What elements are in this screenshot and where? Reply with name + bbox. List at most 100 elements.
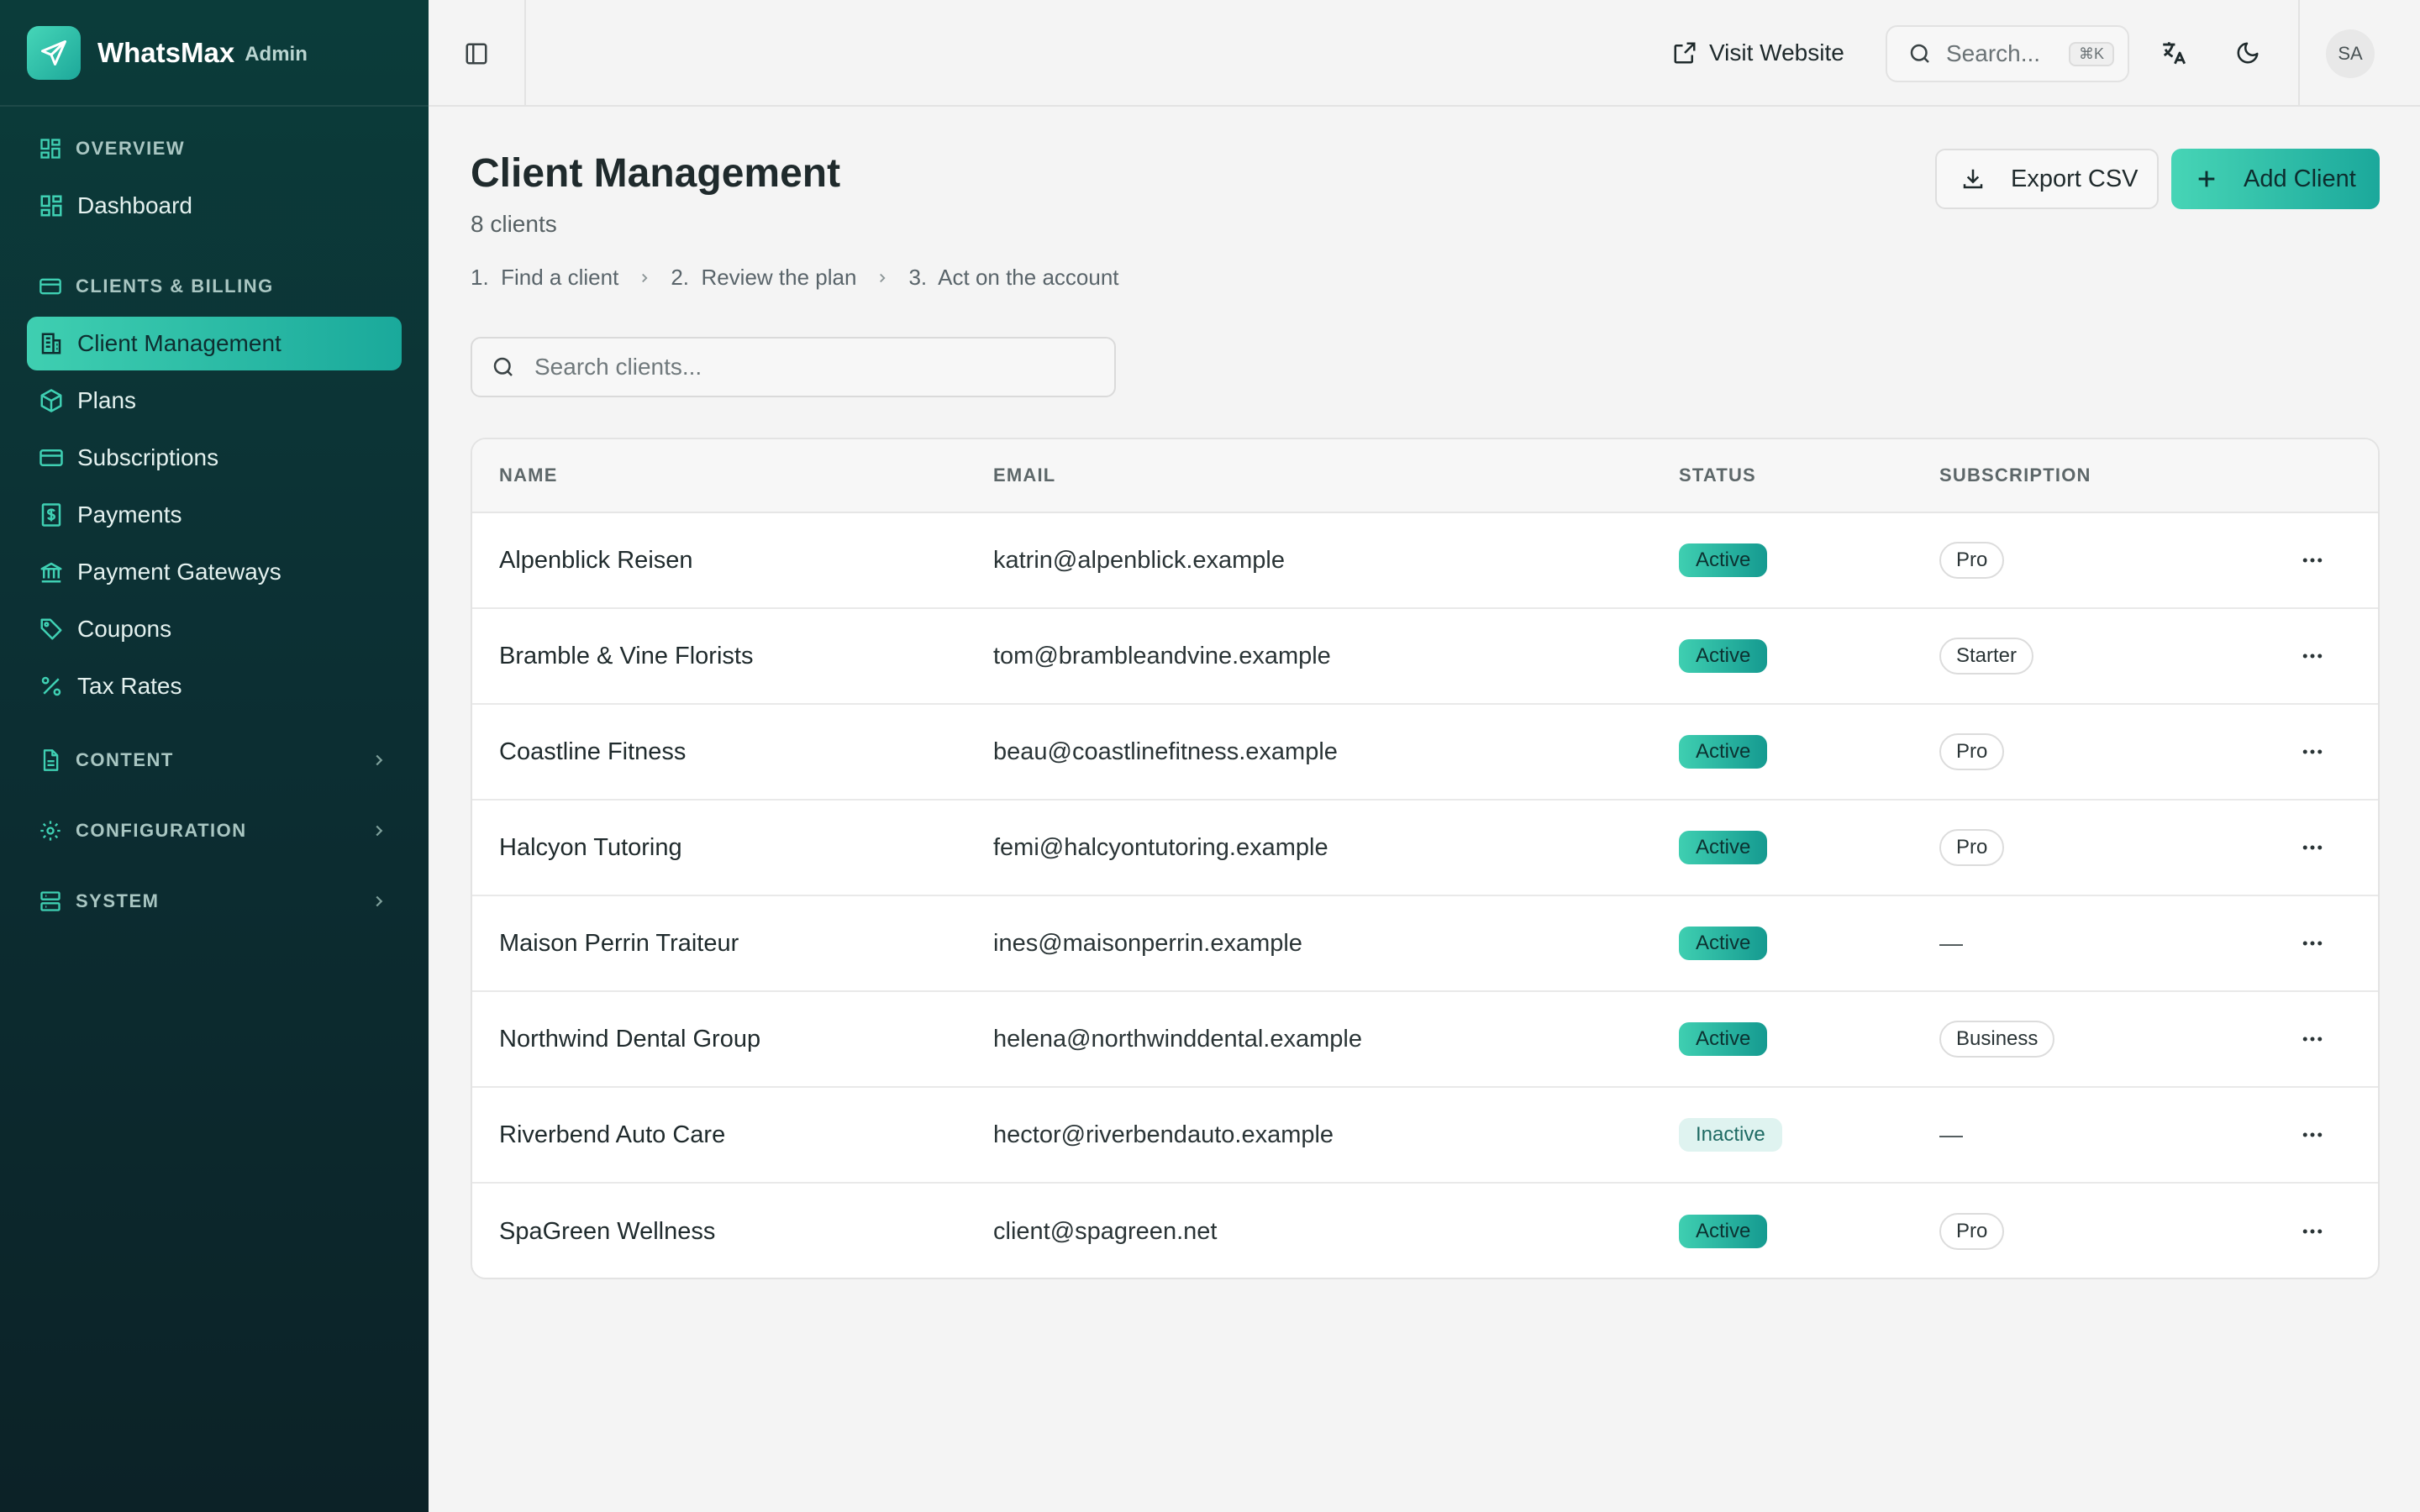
table-row[interactable]: Bramble & Vine Florists tom@brambleandvi… — [472, 609, 2378, 705]
sidebar-item-payments[interactable]: Payments — [27, 488, 402, 542]
table-header: NAME EMAIL STATUS SUBSCRIPTION — [472, 439, 2378, 513]
sidebar: WhatsMax Admin OVERVIEW Dashboard CLIENT… — [0, 0, 429, 1512]
export-csv-button[interactable]: Export CSV — [1935, 149, 2159, 209]
search-icon — [1910, 44, 1929, 63]
row-actions-button[interactable] — [2292, 1019, 2333, 1059]
avatar[interactable]: SA — [2326, 29, 2375, 78]
dashboard-icon — [40, 139, 60, 159]
sidebar-item-plans[interactable]: Plans — [27, 374, 402, 428]
translate-icon — [2163, 42, 2186, 65]
table-row[interactable]: Alpenblick Reisen katrin@alpenblick.exam… — [472, 513, 2378, 609]
client-name: Alpenblick Reisen — [499, 546, 693, 574]
subscription-empty: — — [1939, 1121, 1963, 1147]
status-badge: Active — [1679, 543, 1768, 577]
sidebar-item-label: Coupons — [77, 616, 172, 642]
send-icon — [27, 25, 81, 80]
credit-card-icon — [39, 449, 63, 466]
row-actions-button[interactable] — [2292, 1211, 2333, 1252]
chevron-right-icon — [376, 754, 383, 766]
row-actions-button[interactable] — [2292, 827, 2333, 868]
more-horizontal-icon — [2302, 845, 2323, 850]
table-body: Alpenblick Reisen katrin@alpenblick.exam… — [472, 513, 2378, 1278]
sidebar-item-subscriptions[interactable]: Subscriptions — [27, 431, 402, 485]
status-badge: Active — [1679, 735, 1768, 769]
search-shortcut-badge: ⌘K — [2068, 41, 2114, 66]
step-1: 1. Find a client — [471, 265, 619, 290]
section-content[interactable]: CONTENT — [27, 733, 402, 787]
sidebar-item-label: Payments — [77, 501, 182, 528]
subscription-badge: Starter — [1939, 638, 2034, 675]
client-email: client@spagreen.net — [993, 1217, 1218, 1245]
table-row[interactable]: SpaGreen Wellness client@spagreen.net Ac… — [472, 1184, 2378, 1278]
column-header-subscription[interactable]: SUBSCRIPTION — [1939, 465, 2292, 486]
column-header-name[interactable]: NAME — [472, 465, 993, 486]
row-actions-button[interactable] — [2292, 923, 2333, 963]
client-name: Maison Perrin Traiteur — [499, 929, 739, 957]
client-name: SpaGreen Wellness — [499, 1217, 716, 1245]
more-horizontal-icon — [2302, 1037, 2323, 1042]
step-2: 2. Review the plan — [671, 265, 857, 290]
client-email: beau@coastlinefitness.example — [993, 738, 1338, 765]
visit-website-link[interactable]: Visit Website — [1672, 32, 1844, 74]
percent-icon — [41, 676, 61, 696]
more-horizontal-icon — [2302, 654, 2323, 659]
client-email: ines@maisonperrin.example — [993, 929, 1302, 957]
subscription-badge: Pro — [1939, 542, 2005, 579]
more-horizontal-icon — [2302, 941, 2323, 946]
table-row[interactable]: Maison Perrin Traiteur ines@maisonperrin… — [472, 896, 2378, 992]
section-label: CLIENTS & BILLING — [76, 276, 274, 297]
add-client-button[interactable]: Add Client — [2171, 149, 2380, 209]
section-system[interactable]: SYSTEM — [27, 874, 402, 928]
search-icon — [493, 357, 513, 376]
plus-icon — [2198, 171, 2215, 187]
more-horizontal-icon — [2302, 749, 2323, 754]
sidebar-item-label: Plans — [77, 387, 137, 413]
sidebar-item-client-management[interactable]: Client Management — [27, 317, 402, 370]
table-row[interactable]: Halcyon Tutoring femi@halcyontutoring.ex… — [472, 801, 2378, 896]
table-row[interactable]: Coastline Fitness beau@coastlinefitness.… — [472, 705, 2378, 801]
row-actions-button[interactable] — [2292, 1115, 2333, 1155]
row-actions-button[interactable] — [2292, 540, 2333, 580]
credit-card-icon — [39, 278, 61, 295]
more-horizontal-icon — [2302, 558, 2323, 563]
client-search-placeholder: Search clients... — [534, 354, 702, 380]
client-name: Bramble & Vine Florists — [499, 642, 754, 669]
section-clients-billing: CLIENTS & BILLING — [27, 260, 402, 313]
subscription-empty: — — [1939, 930, 1963, 956]
sidebar-item-label: Subscriptions — [77, 444, 219, 470]
table-row[interactable]: Riverbend Auto Care hector@riverbendauto… — [472, 1088, 2378, 1184]
chevron-right-icon — [880, 273, 886, 282]
theme-toggle-button[interactable] — [2228, 34, 2267, 72]
section-label: CONFIGURATION — [76, 820, 247, 841]
more-horizontal-icon — [2302, 1132, 2323, 1137]
column-header-email[interactable]: EMAIL — [993, 465, 1679, 486]
row-actions-button[interactable] — [2292, 636, 2333, 676]
sidebar-item-dashboard[interactable]: Dashboard — [27, 179, 402, 233]
language-button[interactable] — [2154, 34, 2193, 72]
sidebar-item-payment-gateways[interactable]: Payment Gateways — [27, 545, 402, 599]
sidebar-item-tax-rates[interactable]: Tax Rates — [27, 659, 402, 713]
sidebar-toggle-button[interactable] — [429, 0, 526, 107]
sidebar-item-coupons[interactable]: Coupons — [27, 602, 402, 656]
subscription-badge: Pro — [1939, 829, 2005, 866]
column-header-status[interactable]: STATUS — [1679, 465, 1939, 486]
section-configuration[interactable]: CONFIGURATION — [27, 804, 402, 858]
page-title: Client Management — [471, 151, 841, 196]
more-horizontal-icon — [2302, 1229, 2323, 1234]
section-label: SYSTEM — [76, 890, 160, 911]
topbar-divider — [2298, 0, 2300, 107]
package-icon — [40, 389, 62, 412]
client-name: Riverbend Auto Care — [499, 1121, 726, 1148]
tag-icon — [40, 618, 62, 640]
moon-icon — [2237, 42, 2259, 64]
client-search-input[interactable]: Search clients... — [471, 337, 1116, 397]
client-email: katrin@alpenblick.example — [993, 546, 1285, 574]
file-text-icon — [43, 749, 59, 771]
global-search-input[interactable]: Search... ⌘K — [1886, 25, 2129, 82]
brand[interactable]: WhatsMax Admin — [0, 0, 429, 107]
external-link-icon — [1674, 42, 1696, 64]
subscription-badge: Pro — [1939, 1213, 2005, 1250]
status-badge: Active — [1679, 639, 1768, 673]
row-actions-button[interactable] — [2292, 732, 2333, 772]
table-row[interactable]: Northwind Dental Group helena@northwindd… — [472, 992, 2378, 1088]
